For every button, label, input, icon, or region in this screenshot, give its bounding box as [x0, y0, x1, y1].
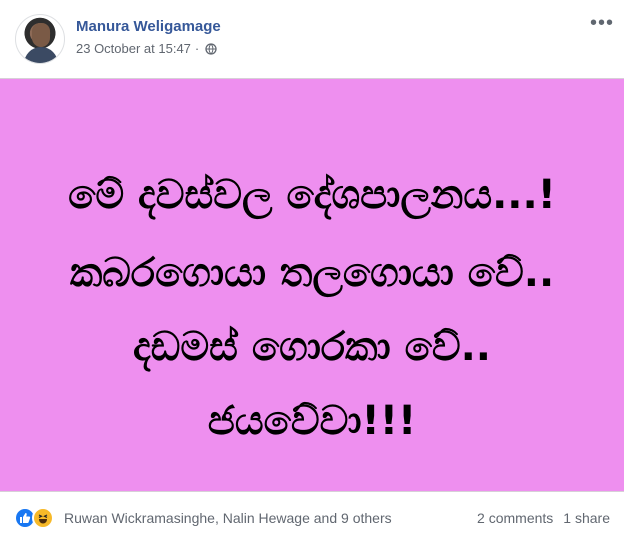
facebook-post: Manura Weligamage 23 October at 15:47 · … [0, 0, 624, 544]
more-options-icon[interactable]: ••• [590, 13, 614, 33]
reactors-list[interactable]: Ruwan Wickramasinghe, Nalin Hewage and 9… [64, 510, 392, 526]
post-timestamp[interactable]: 23 October at 15:47 [76, 41, 191, 56]
engagement-counts: 2 comments 1 share [477, 510, 610, 526]
post-footer: Ruwan Wickramasinghe, Nalin Hewage and 9… [0, 492, 624, 544]
reaction-icons[interactable] [14, 507, 54, 529]
post-text-line: දඩමස් ගොරකා වේ.. [133, 324, 491, 370]
post-text-block: මේ දවස්වල දේශපාලනය...! කබරගොයා තලගොයා වේ… [0, 79, 624, 493]
haha-icon[interactable] [32, 507, 54, 529]
avatar-shirt [24, 47, 58, 63]
globe-icon[interactable] [205, 42, 217, 55]
post-meta: 23 October at 15:47 · [76, 41, 217, 56]
author-name[interactable]: Manura Weligamage [76, 18, 221, 35]
avatar-face [32, 23, 50, 47]
shares-count[interactable]: 1 share [563, 510, 610, 526]
post-header: Manura Weligamage 23 October at 15:47 · … [0, 0, 624, 78]
post-text-line: ජයවේවා!!! [207, 398, 417, 444]
meta-separator: · [194, 41, 200, 56]
comments-count[interactable]: 2 comments [477, 510, 553, 526]
author-avatar[interactable] [15, 14, 65, 64]
post-text-line: කබරගොයා තලගොයා වේ.. [69, 250, 555, 296]
post-text-line: මේ දවස්වල දේශපාලනය...! [68, 172, 556, 218]
post-image[interactable]: මේ දවස්වල දේශපාලනය...! කබරගොයා තලගොයා වේ… [0, 78, 624, 492]
